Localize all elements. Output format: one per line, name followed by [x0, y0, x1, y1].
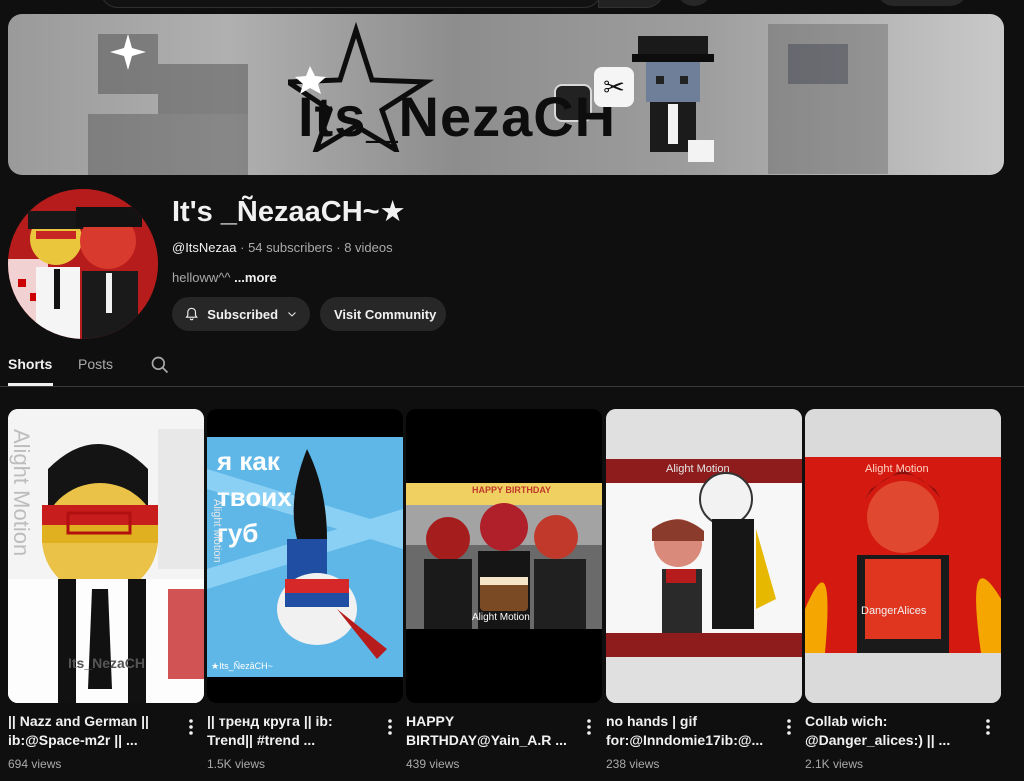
- short-views: 439 views: [406, 757, 460, 771]
- short-thumbnail[interactable]: Alight Motion: [606, 409, 802, 703]
- watermark: Alight Motion: [211, 499, 223, 563]
- chevron-down-icon: [288, 312, 296, 317]
- short-thumbnail[interactable]: я как твоих губ Alight Motion ★Its_ÑezāC…: [207, 409, 403, 703]
- banner-character-art: [632, 36, 714, 162]
- meta-separator: ·: [240, 240, 249, 255]
- thumbnail-overlay-text: HAPPY BIRTHDAY: [472, 485, 552, 495]
- visit-community-label: Visit Community: [334, 306, 437, 322]
- short-thumbnail[interactable]: Alight Motion Its_NezaCH: [8, 409, 204, 703]
- more-options-icon[interactable]: [184, 717, 198, 737]
- watermark: Alight Motion: [472, 612, 530, 623]
- more-options-icon[interactable]: [383, 717, 397, 737]
- short-thumbnail[interactable]: Alight Motion DangerAlices: [805, 409, 1001, 703]
- subscribed-button[interactable]: Subscribed: [172, 297, 310, 331]
- short-views: 238 views: [606, 757, 660, 771]
- avatar-art: [8, 189, 158, 339]
- thumbnail-caption: я как твоих губ: [217, 446, 292, 548]
- thumbnail-art: [406, 409, 602, 703]
- watermark: Alight Motion: [666, 463, 730, 475]
- subscribed-label: Subscribed: [207, 306, 279, 322]
- search-icon[interactable]: [150, 355, 170, 375]
- short-title[interactable]: HAPPY BIRTHDAY@Yain_A.R ...: [406, 712, 576, 750]
- more-options-icon[interactable]: [782, 717, 796, 737]
- thumbnail-overlay-text: DangerAlices: [861, 605, 927, 617]
- more-link[interactable]: ...more: [234, 270, 277, 285]
- channel-name: It's _ÑezaaCH~★: [172, 196, 406, 228]
- channel-avatar[interactable]: [8, 189, 158, 339]
- create-button[interactable]: [876, 0, 968, 6]
- thumbnail-art: [606, 409, 802, 703]
- sparkle-icon: [110, 34, 146, 70]
- description-text: helloww^^: [172, 270, 231, 285]
- tab-shorts[interactable]: Shorts: [8, 356, 52, 372]
- video-count: 8 videos: [344, 240, 393, 255]
- short-views: 2.1K views: [805, 757, 864, 771]
- search-input[interactable]: [100, 0, 602, 8]
- watermark: Alight Motion: [9, 429, 34, 557]
- short-title[interactable]: Collab wich: @Danger_alices:) || ...: [805, 712, 975, 750]
- channel-meta: @ItsNezaa · 54 subscribers · 8 videos: [172, 240, 393, 255]
- short-title[interactable]: || Nazz and German || ib:@Space-m2r || .…: [8, 712, 178, 750]
- channel-handle: @ItsNezaa: [172, 240, 237, 255]
- visit-community-button[interactable]: Visit Community: [320, 297, 446, 331]
- channel-banner: Its_NezaCH ✂: [8, 14, 1004, 175]
- tab-divider: [0, 386, 1024, 387]
- tab-posts[interactable]: Posts: [78, 356, 113, 372]
- more-options-icon[interactable]: [981, 717, 995, 737]
- short-views: 1.5K views: [207, 757, 266, 771]
- more-options-icon[interactable]: [582, 717, 596, 737]
- meta-separator: ·: [336, 240, 345, 255]
- thumbnail-art: [805, 409, 1001, 703]
- subscriber-count: 54 subscribers: [248, 240, 333, 255]
- watermark: Alight Motion: [865, 463, 929, 475]
- bell-icon: [185, 307, 198, 321]
- channel-description[interactable]: helloww^^ ...more: [172, 270, 277, 285]
- banner-title: Its_NezaCH: [298, 85, 617, 148]
- short-thumbnail[interactable]: HAPPY BIRTHDAY Alight Motion: [406, 409, 602, 703]
- short-views: 694 views: [8, 757, 62, 771]
- thumbnail-overlay-text: Its_NezaCH: [68, 655, 146, 671]
- short-title[interactable]: || тренд круга || ib: Trend|| #trend ...: [207, 712, 377, 750]
- short-title[interactable]: no hands | gif for:@Inndomie17ib:@...: [606, 712, 776, 750]
- thumbnail-overlay-text: ★Its_ÑezāCH~: [211, 661, 273, 671]
